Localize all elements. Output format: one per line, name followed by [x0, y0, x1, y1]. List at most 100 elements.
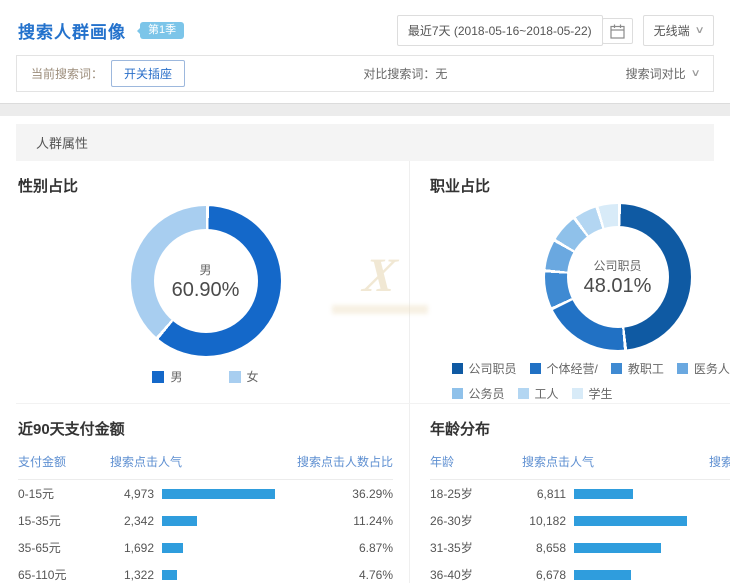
column-header: 搜索点击人数占比 — [275, 453, 393, 470]
legend-color-chip — [452, 363, 463, 374]
row-label: 65-110元 — [18, 566, 110, 583]
panel-title: 职业占比 — [430, 175, 730, 196]
legend-label: 医务人员 — [694, 360, 730, 377]
current-keyword-button[interactable]: 开关插座 — [111, 60, 185, 87]
panel-title: 性别占比 — [18, 175, 393, 196]
legend-item[interactable]: 公司职员 — [452, 360, 517, 377]
legend-color-chip — [452, 388, 463, 399]
legend-item[interactable]: 女 — [229, 368, 259, 385]
table-row: 65-110元1,3224.76% — [18, 561, 393, 583]
main-content: 人群属性 性别占比 男 60.90% 男女 职业占比 公司职员 — [0, 116, 730, 583]
row-label: 0-15元 — [18, 485, 110, 502]
donut-center-label: 公司职员 48.01% — [545, 204, 691, 350]
column-header: 支付金额 — [18, 453, 110, 470]
page-header: 搜索人群画像 第1季 最近7天 (2018-05-16~2018-05-22) … — [0, 0, 730, 55]
legend-label: 工人 — [535, 385, 559, 402]
popularity-bar — [574, 570, 631, 580]
legend-label: 公司职员 — [469, 360, 517, 377]
legend-label: 个体经营/ — [547, 360, 598, 377]
occupation-ratio-panel: 职业占比 公司职员 48.01% 公司职员 个体经营/教职工 医务人员公务员 工人 学生 — [410, 161, 730, 403]
occupation-donut-chart[interactable]: 公司职员 48.01% — [545, 204, 691, 350]
click-popularity-value: 2,342 — [110, 514, 154, 528]
click-ratio-value: 11.24% — [275, 514, 393, 528]
click-ratio-value: 22.28% — [687, 541, 730, 555]
terminal-select[interactable]: 无线端 ∨ — [643, 15, 714, 46]
legend-item[interactable]: 教职工 — [611, 360, 664, 377]
table-row: 18-25岁6,81115.13% — [430, 480, 730, 507]
row-label: 36-40岁 — [430, 566, 522, 583]
gender-legend: 男女 — [152, 368, 258, 385]
payment-amount-table: 支付金额搜索点击人气搜索点击人数占比 0-15元4,973 36.29% 15-35元… — [18, 445, 393, 583]
table-row: 31-35岁8,658 22.28% — [430, 534, 730, 561]
payment-amount-panel: 近90天支付金额 支付金额搜索点击人气搜索点击人数占比 0-15元4,973 36.… — [16, 403, 410, 583]
row-label: 31-35岁 — [430, 539, 522, 556]
legend-color-chip — [677, 363, 688, 374]
legend-color-chip — [530, 363, 541, 374]
date-range-selector[interactable]: 最近7天 (2018-05-16~2018-05-22) — [397, 15, 603, 46]
occupation-legend: 公司职员 个体经营/教职工 医务人员公务员 工人 学生 — [452, 360, 730, 402]
row-label: 35-65元 — [18, 539, 110, 556]
table-row: 26-30岁10,182 28.99% — [430, 507, 730, 534]
section-divider — [0, 103, 730, 116]
header-controls: 最近7天 (2018-05-16~2018-05-22) 无线端 ∨ — [397, 15, 714, 46]
legend-label: 学生 — [589, 385, 613, 402]
legend-item[interactable]: 男 — [152, 368, 182, 385]
section-title: 人群属性 — [36, 136, 88, 151]
legend-item[interactable]: 公务员 — [452, 385, 505, 402]
click-popularity-value: 4,973 — [110, 487, 154, 501]
row-label: 15-35元 — [18, 512, 110, 529]
click-popularity-value: 6,678 — [522, 568, 566, 582]
legend-color-chip — [572, 388, 583, 399]
panel-title: 年龄分布 — [430, 418, 730, 439]
legend-color-chip — [229, 371, 241, 383]
legend-label: 教职工 — [628, 360, 664, 377]
click-popularity-value: 10,182 — [522, 514, 566, 528]
click-popularity-value: 8,658 — [522, 541, 566, 555]
keyword-compare-dropdown[interactable]: 搜索词对比 ∨ — [626, 65, 699, 82]
panels-grid: 性别占比 男 60.90% 男女 职业占比 公司职员 48.01% — [16, 161, 714, 583]
column-header: 搜索点击人数占比 — [687, 453, 730, 470]
section-title-bar: 人群属性 — [16, 124, 714, 161]
chevron-down-icon: ∨ — [694, 25, 704, 36]
click-ratio-value: 6.87% — [275, 541, 393, 555]
season-badge: 第1季 — [140, 22, 184, 39]
keyword-compare-text: 搜索词对比 — [626, 65, 686, 82]
click-ratio-value: 36.29% — [275, 487, 393, 501]
popularity-bar — [574, 489, 633, 499]
click-ratio-value: 28.99% — [687, 514, 730, 528]
popularity-bar — [162, 570, 177, 580]
table-header-row: 年龄搜索点击人气搜索点击人数占比 — [430, 445, 730, 480]
popularity-bar — [574, 516, 687, 526]
row-label: 26-30岁 — [430, 512, 522, 529]
table-row: 36-40岁6,67814.66% — [430, 561, 730, 583]
search-filter-bar: 当前搜索词： 开关插座 对比搜索词：无 搜索词对比 ∨ — [16, 55, 714, 92]
click-popularity-value: 6,811 — [522, 487, 566, 501]
panel-title: 近90天支付金额 — [18, 418, 393, 439]
age-distribution-table: 年龄搜索点击人气搜索点击人数占比18-25岁6,81115.13%26-30岁1… — [430, 445, 730, 583]
current-keyword-label: 当前搜索词： — [31, 65, 103, 82]
date-range-text: 最近7天 (2018-05-16~2018-05-22) — [408, 22, 592, 39]
column-header: 搜索点击人气 — [110, 453, 275, 470]
table-row: 0-15元4,973 36.29% — [18, 480, 393, 507]
column-header: 搜索点击人气 — [522, 453, 687, 470]
legend-label: 男 — [170, 368, 182, 385]
center-percentage: 48.01% — [584, 275, 652, 298]
legend-color-chip — [518, 388, 529, 399]
legend-item[interactable]: 工人 — [518, 385, 559, 402]
page-title: 搜索人群画像 — [18, 18, 126, 43]
click-popularity-value: 1,692 — [110, 541, 154, 555]
title-group: 搜索人群画像 第1季 — [18, 18, 184, 43]
legend-label: 公务员 — [469, 385, 505, 402]
click-ratio-value: 4.76% — [275, 568, 393, 582]
chevron-down-icon: ∨ — [690, 68, 700, 79]
table-row: 15-35元2,342 11.24% — [18, 507, 393, 534]
gender-ratio-panel: 性别占比 男 60.90% 男女 — [16, 161, 410, 403]
table-row: 35-65元1,692 6.87% — [18, 534, 393, 561]
popularity-bar — [162, 543, 183, 553]
legend-item[interactable]: 学生 — [572, 385, 613, 402]
gender-donut-chart[interactable]: 男 60.90% — [131, 206, 281, 356]
center-category: 男 — [199, 261, 211, 278]
calendar-button[interactable] — [602, 18, 633, 44]
legend-item[interactable]: 医务人员 — [677, 360, 730, 377]
legend-item[interactable]: 个体经营/ — [530, 360, 598, 377]
